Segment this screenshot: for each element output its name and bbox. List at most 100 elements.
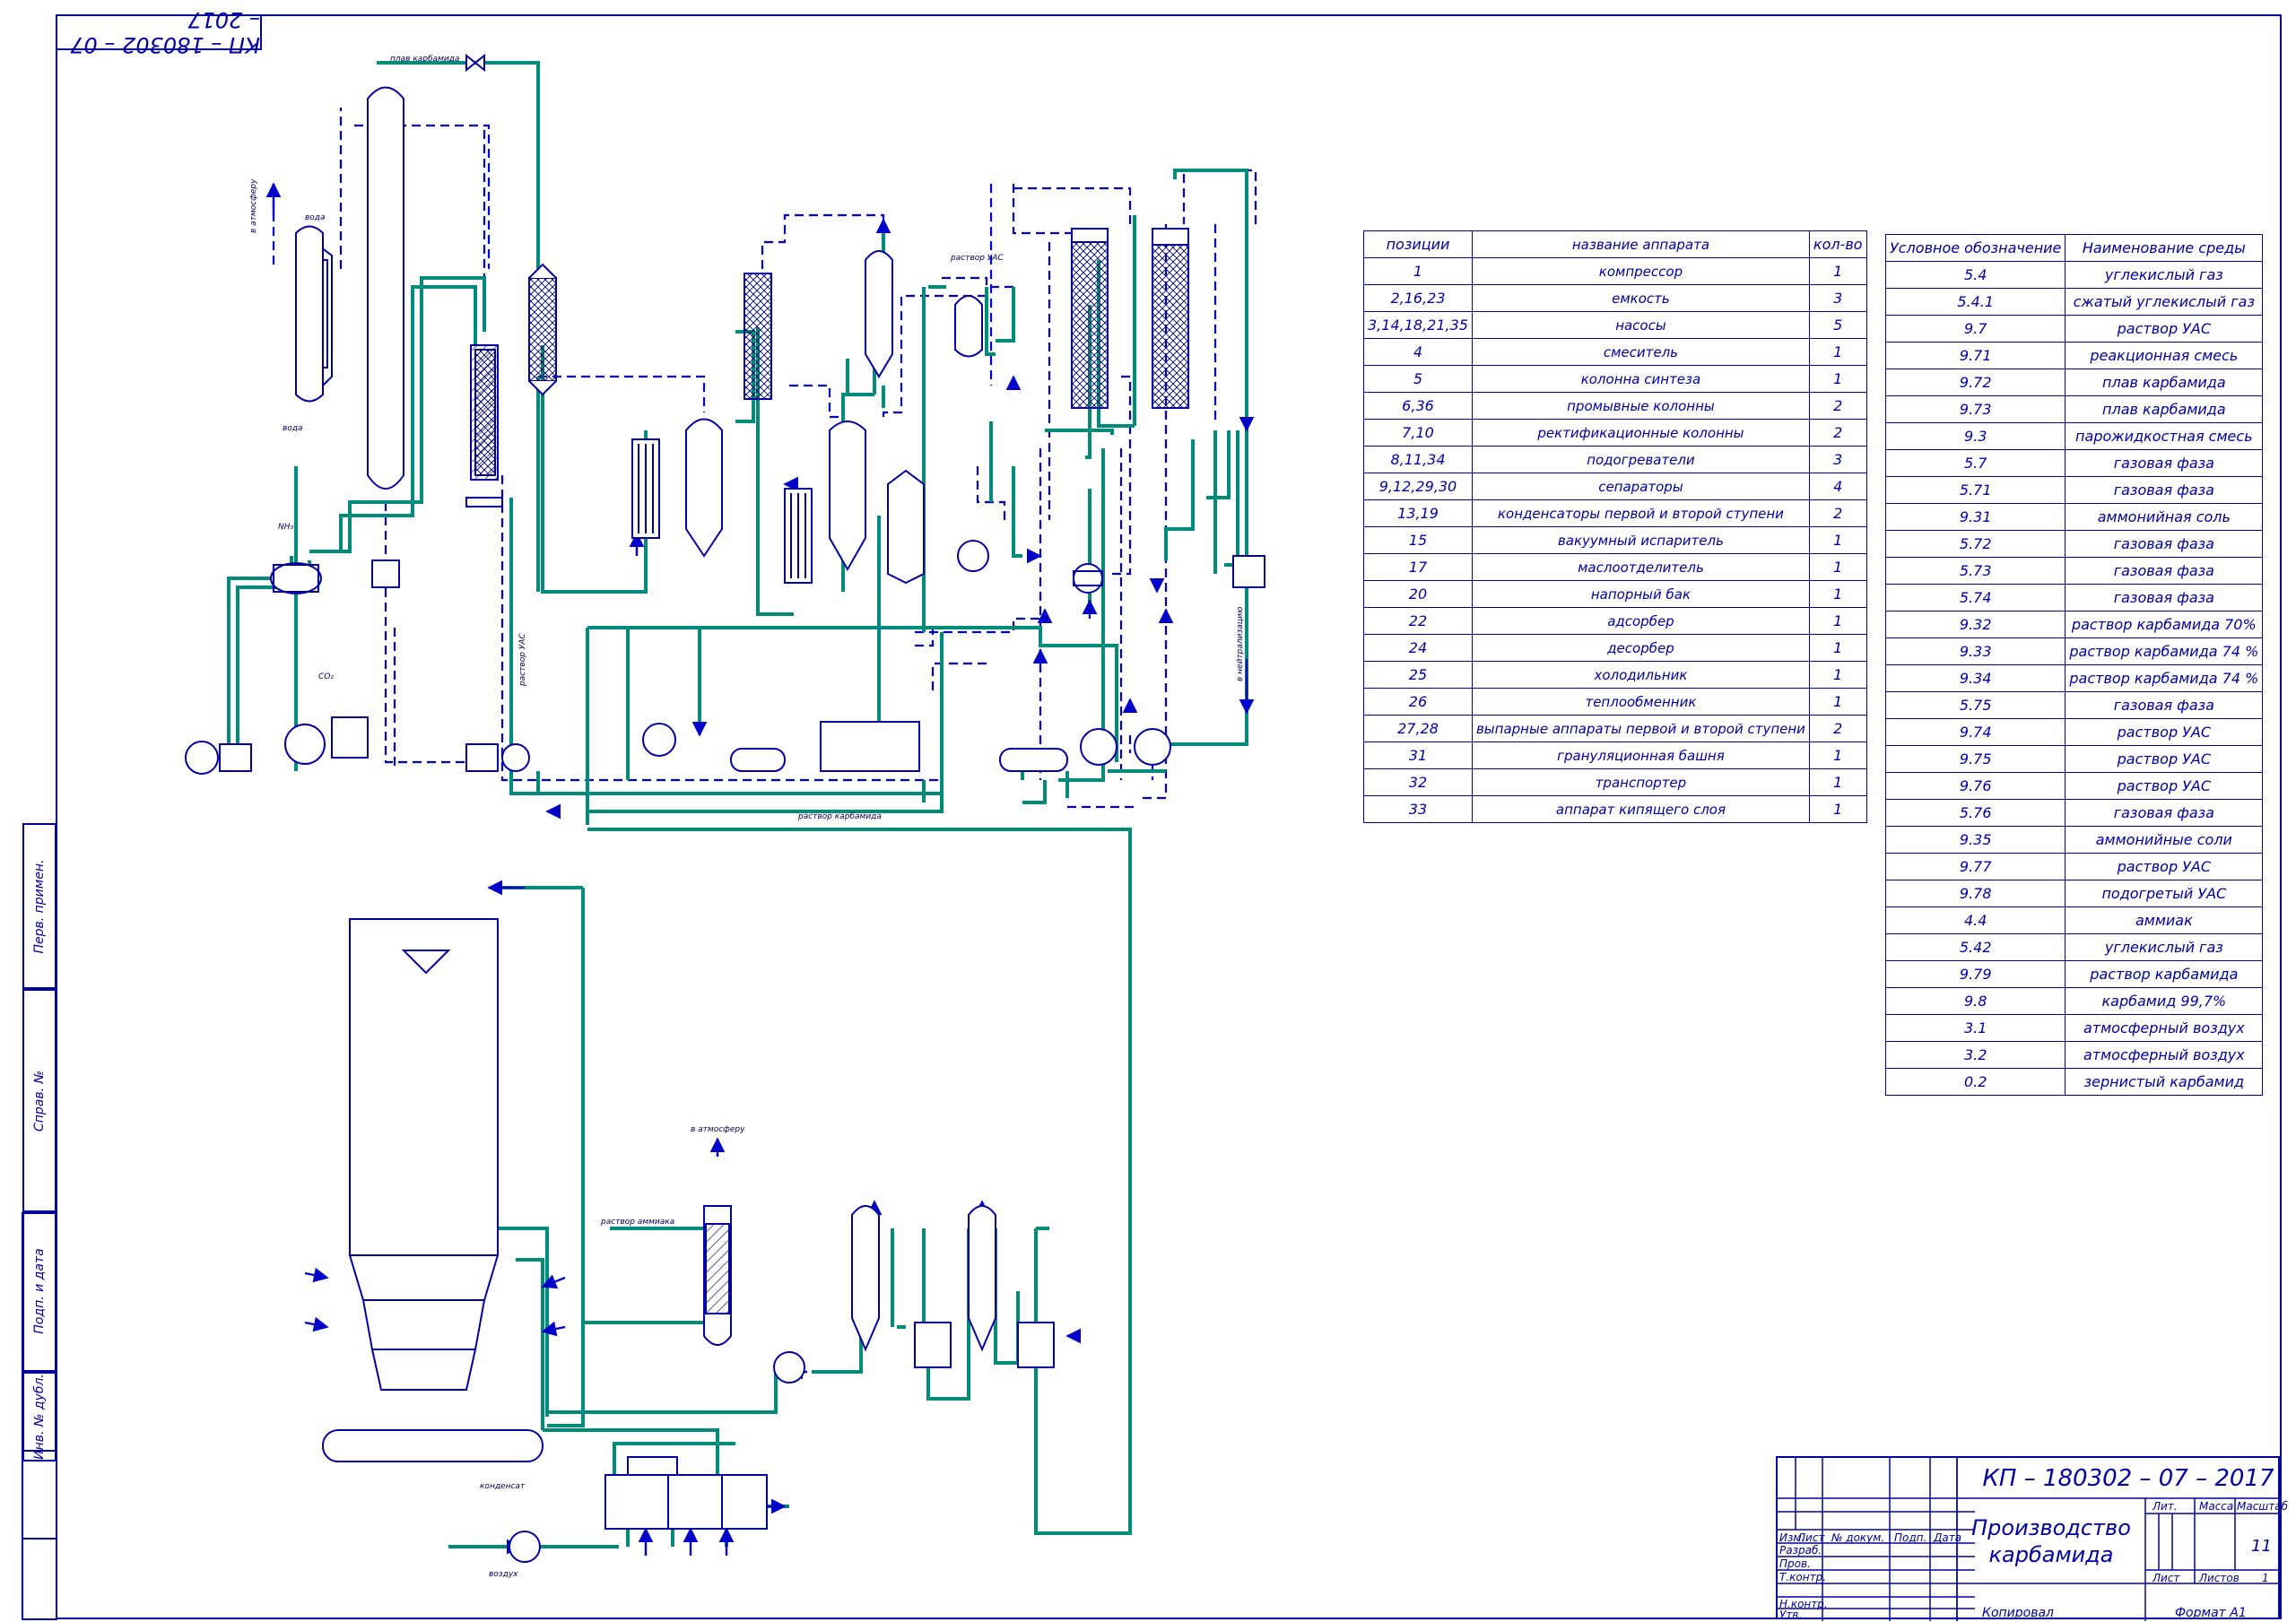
media-name-cell: плав карбамида: [2065, 395, 2264, 423]
pump-14: [642, 723, 676, 757]
media-name-cell: раствор УАС: [2065, 315, 2264, 343]
label-water-out: вода: [283, 424, 303, 433]
apparatus-name-cell: десорбер: [1471, 634, 1810, 662]
positions-row: 26 теплообменник 1: [1363, 688, 1867, 716]
media-code-cell: 5.75: [1884, 691, 2066, 719]
positions-row: 6,36 промывные колонны 2: [1363, 392, 1867, 420]
vacuum-evaporator-15: [865, 250, 893, 378]
position-cell: 9,12,29,30: [1363, 473, 1473, 500]
positions-row: 2,16,23 емкость 3: [1363, 284, 1867, 312]
positions-row: 8,11,34 подогреватели 3: [1363, 446, 1867, 473]
label-condensate: конденсат: [480, 1482, 526, 1491]
media-name-cell: раствор карбамида 74 %: [2065, 664, 2264, 692]
apparatus-name-cell: напорный бак: [1471, 580, 1810, 608]
media-name-cell: сжатый углекислый газ: [2065, 288, 2264, 316]
media-row: 9.76 раствор УАС: [1884, 772, 2264, 800]
media-row: 9.31 аммонийная соль: [1884, 503, 2264, 531]
quantity-cell: 1: [1808, 634, 1867, 662]
media-row: 9.34 раствор карбамида 74 %: [1884, 664, 2264, 692]
drawing-sheet: КП – 180302 – 07 – 2017 Перв. примен. Сп…: [0, 0, 2296, 1622]
media-code-cell: 9.78: [1884, 880, 2066, 907]
quantity-cell: 1: [1808, 257, 1867, 285]
label-urea-solution: раствор карбамида: [797, 812, 882, 821]
positions-row: 7,10 ректификационные колонны 2: [1363, 419, 1867, 447]
separator-30: [851, 1205, 880, 1352]
condenser-left: [295, 225, 324, 403]
media-name-cell: плав карбамида: [2065, 369, 2264, 396]
title-code: КП – 180302 – 07 – 2017: [1982, 1465, 2274, 1492]
label-atm2: в атмосферу: [691, 1125, 745, 1134]
format-label: Формат А1: [2175, 1606, 2247, 1620]
row-doc: № докум.: [1831, 1531, 1885, 1544]
desorber-24: [1152, 241, 1189, 409]
quantity-cell: 1: [1808, 742, 1867, 769]
apparatus-name-cell: аппарат кипящего слоя: [1471, 795, 1810, 823]
media-name-cell: газовая фаза: [2065, 584, 2264, 612]
media-row: 5.4.1 сжатый углекислый газ: [1884, 288, 2264, 316]
role-utv: Утв.: [1779, 1609, 1803, 1621]
position-cell: позиции: [1363, 230, 1473, 258]
media-row: 5.7 газовая фаза: [1884, 449, 2264, 477]
media-code-cell: 9.33: [1884, 638, 2066, 665]
position-cell: 33: [1363, 795, 1473, 823]
position-cell: 6,36: [1363, 392, 1473, 420]
media-code-cell: 9.34: [1884, 664, 2066, 692]
label-air: воздух: [489, 1570, 518, 1579]
apparatus-name-cell: теплообменник: [1471, 688, 1810, 716]
tank-16: [820, 721, 920, 772]
apparatus-name-cell: холодильник: [1471, 661, 1810, 689]
media-code-cell: 5.73: [1884, 557, 2066, 585]
quantity-cell: 2: [1808, 419, 1867, 447]
media-row: 3.1 атмосферный воздух: [1884, 1014, 2264, 1042]
media-name-cell: Наименование среды: [2065, 234, 2264, 262]
positions-row: 32 транспортер 1: [1363, 768, 1867, 796]
quantity-cell: 2: [1808, 392, 1867, 420]
media-name-cell: зернистый карбамид: [2065, 1068, 2264, 1096]
cooler-25: [1073, 563, 1103, 594]
media-row: 5.73 газовая фаза: [1884, 557, 2264, 585]
media-name-cell: газовая фаза: [2065, 476, 2264, 504]
position-cell: 13,19: [1363, 499, 1473, 527]
positions-row: 24 десорбер 1: [1363, 634, 1867, 662]
position-cell: 2,16,23: [1363, 284, 1473, 312]
position-cell: 15: [1363, 526, 1473, 554]
pressure-tank-20: [954, 295, 983, 358]
media-row: 9.73 плав карбамида: [1884, 395, 2264, 423]
equipment: [185, 53, 1265, 1563]
label-nh3: NH₃: [278, 523, 294, 532]
apparatus-name-cell: емкость: [1471, 284, 1810, 312]
quantity-cell: 1: [1808, 688, 1867, 716]
media-name-cell: карбамид 99,7%: [2065, 987, 2264, 1015]
apparatus-name-cell: выпарные аппараты первой и второй ступен…: [1471, 715, 1810, 742]
quantity-cell: 1: [1808, 607, 1867, 635]
position-cell: 1: [1363, 257, 1473, 285]
media-row: 9.72 плав карбамида: [1884, 369, 2264, 396]
label-to-neutral: в нейтрализацию: [1236, 606, 1245, 681]
apparatus-name-cell: название аппарата: [1471, 230, 1810, 258]
positions-row: 25 холодильник 1: [1363, 661, 1867, 689]
separator-29: [968, 1205, 996, 1352]
media-name-cell: газовая фаза: [2065, 691, 2264, 719]
media-code-cell: 5.4.1: [1884, 288, 2066, 316]
position-cell: 3,14,18,21,35: [1363, 311, 1473, 339]
fluidized-bed-33: [604, 1474, 768, 1530]
label-liquid-ammonia: раствор аммиака: [600, 1218, 674, 1227]
media-row: 5.72 газовая фаза: [1884, 530, 2264, 558]
label-uas-solution: раствор УАС: [518, 633, 527, 687]
media-code-cell: 5.42: [1884, 933, 2066, 961]
media-row: 9.74 раствор УАС: [1884, 718, 2264, 746]
media-row: 9.32 раствор карбамида 70%: [1884, 611, 2264, 638]
quantity-cell: 2: [1808, 715, 1867, 742]
positions-row: 15 вакуумный испаритель 1: [1363, 526, 1867, 554]
apparatus-name-cell: маслоотделитель: [1471, 553, 1810, 581]
media-row: 5.4 углекислый газ: [1884, 261, 2264, 289]
positions-row: 27,28 выпарные аппараты первой и второй с…: [1363, 715, 1867, 742]
positions-row: 13,19 конденсаторы первой и второй ступен…: [1363, 499, 1867, 527]
media-code-cell: 5.76: [1884, 799, 2066, 827]
quantity-cell: 4: [1808, 473, 1867, 500]
pump-21: [957, 540, 989, 572]
row-sign: Подп.: [1894, 1531, 1927, 1544]
media-table: Условное обозначение Наименование среды 5.…: [1884, 234, 2264, 1096]
media-code-cell: 9.8: [1884, 987, 2066, 1015]
position-cell: 4: [1363, 338, 1473, 366]
